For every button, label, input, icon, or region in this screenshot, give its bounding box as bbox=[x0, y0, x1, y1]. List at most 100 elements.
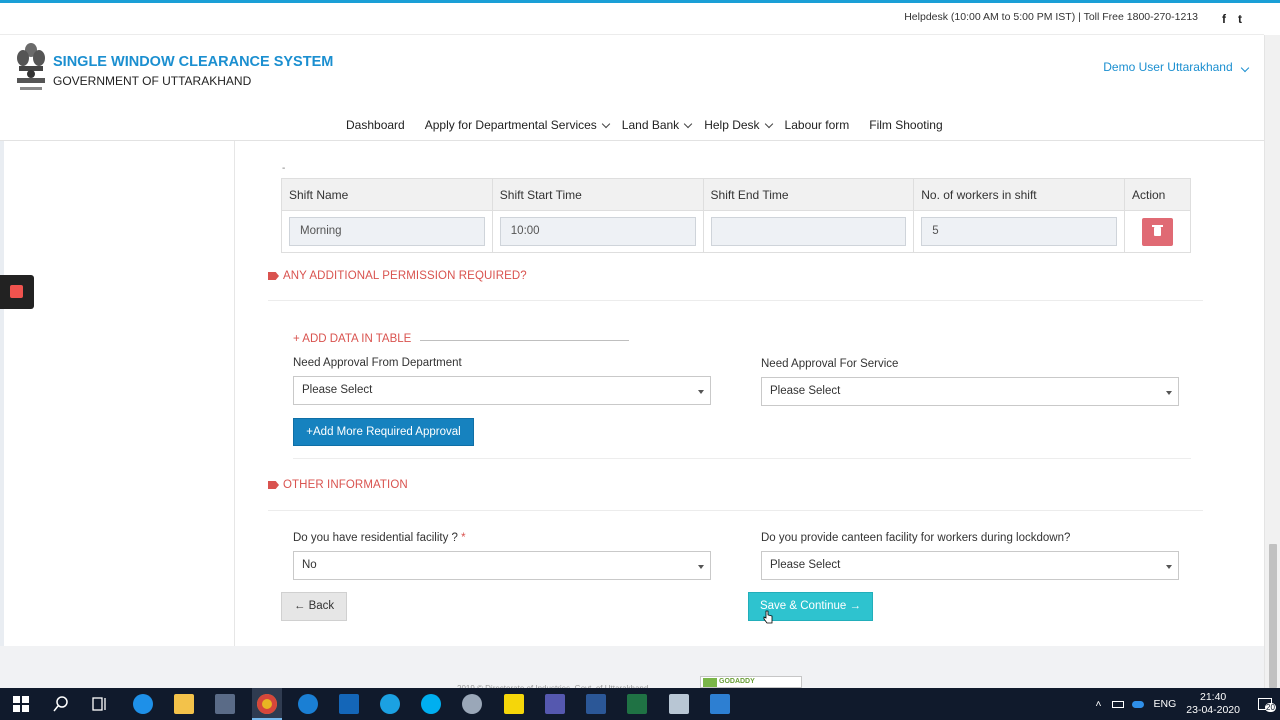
hand-cursor-icon bbox=[763, 610, 773, 624]
department-select[interactable]: Please Select bbox=[293, 376, 711, 405]
column-header: Shift Name bbox=[281, 178, 493, 211]
godaddy-badge[interactable]: GODADDY bbox=[700, 676, 802, 688]
dropdown-arrow-icon bbox=[1166, 565, 1172, 569]
nav-label: Help Desk bbox=[704, 118, 760, 132]
twitter-icon[interactable]: t bbox=[1238, 12, 1242, 26]
chrome-icon[interactable] bbox=[257, 694, 277, 714]
system-tray: ˄ ENG 21:40 23-04-2020 20 bbox=[1095, 688, 1276, 720]
photos-icon[interactable] bbox=[710, 694, 730, 714]
top-info-bar: Helpdesk (10:00 AM to 5:00 PM IST) | Tol… bbox=[0, 3, 1264, 35]
chevron-down-icon bbox=[764, 119, 773, 128]
add-more-approval-button[interactable]: +Add More Required Approval bbox=[293, 418, 474, 446]
clock-time: 21:40 bbox=[1200, 691, 1227, 703]
site-title[interactable]: SINGLE WINDOW CLEARANCE SYSTEM bbox=[53, 54, 333, 70]
clock-date: 23-04-2020 bbox=[1186, 704, 1240, 716]
dropdown-arrow-icon bbox=[698, 565, 704, 569]
teams-icon[interactable] bbox=[545, 694, 565, 714]
outlook-icon[interactable] bbox=[339, 694, 359, 714]
shift-name-input[interactable]: Morning bbox=[289, 217, 485, 246]
table-marker: - bbox=[282, 163, 286, 174]
word-icon[interactable] bbox=[586, 694, 606, 714]
skype-icon[interactable] bbox=[421, 694, 441, 714]
table-header-row: Shift Name Shift Start Time Shift End Ti… bbox=[281, 178, 1191, 211]
excel-icon[interactable] bbox=[627, 694, 647, 714]
windows-start-icon[interactable] bbox=[11, 694, 31, 714]
settings-tool-icon[interactable] bbox=[462, 694, 482, 714]
residential-facility-select[interactable]: No bbox=[293, 551, 711, 580]
delete-row-button[interactable] bbox=[1142, 217, 1173, 246]
stop-icon bbox=[10, 285, 23, 298]
language-indicator[interactable]: ENG bbox=[1154, 698, 1177, 710]
clock[interactable]: 21:40 23-04-2020 bbox=[1186, 691, 1240, 717]
notification-center-icon[interactable]: 20 bbox=[1258, 698, 1276, 712]
chevron-up-icon[interactable]: ˄ bbox=[1095, 698, 1101, 710]
select-value: No bbox=[302, 559, 317, 571]
section-additional-permission: ANY ADDITIONAL PERMISSION REQUIRED? bbox=[268, 270, 527, 282]
site-header: SINGLE WINDOW CLEARANCE SYSTEM GOVERNMEN… bbox=[0, 36, 1264, 141]
required-mark: * bbox=[461, 532, 466, 544]
nav-label: Land Bank bbox=[621, 118, 680, 132]
nav-apply-departmental-services[interactable]: Apply for Departmental Services bbox=[425, 118, 618, 132]
onedrive-icon[interactable] bbox=[1131, 700, 1144, 708]
internet-explorer-icon[interactable] bbox=[133, 694, 153, 714]
sticky-notes-icon[interactable] bbox=[504, 694, 524, 714]
badge-text: GODADDY bbox=[719, 678, 755, 685]
helpdesk-info: Helpdesk (10:00 AM to 5:00 PM IST) | Tol… bbox=[904, 11, 1198, 23]
arrow-left-icon: ← bbox=[293, 600, 306, 612]
back-button[interactable]: ← Back bbox=[281, 592, 347, 621]
nav-land-bank[interactable]: Land Bank bbox=[622, 118, 700, 132]
shift-start-time-input[interactable]: 10:00 bbox=[499, 217, 696, 246]
residential-facility-label: Do you have residential facility ? * bbox=[293, 532, 466, 544]
nav-labour-form[interactable]: Labour form bbox=[785, 118, 850, 132]
secure-seal-icon bbox=[703, 678, 717, 687]
dropdown-arrow-icon bbox=[698, 390, 704, 394]
state-emblem-logo[interactable] bbox=[14, 40, 48, 100]
label-text: Do you have residential facility ? bbox=[293, 532, 458, 544]
tags-icon bbox=[268, 481, 279, 489]
add-data-in-table-heading: + ADD DATA IN TABLE bbox=[293, 333, 412, 345]
nav-label: Dashboard bbox=[346, 118, 405, 132]
canteen-facility-select[interactable]: Please Select bbox=[761, 551, 1179, 580]
workers-count-input[interactable]: 5 bbox=[921, 217, 1117, 246]
table-row: Morning 10:00 5 bbox=[281, 210, 1191, 253]
edge-icon[interactable] bbox=[298, 694, 318, 714]
remote-desktop-icon[interactable] bbox=[215, 694, 235, 714]
column-header: Shift End Time bbox=[702, 178, 915, 211]
button-label: Back bbox=[308, 600, 335, 612]
record-button[interactable] bbox=[0, 275, 34, 309]
facebook-icon[interactable]: f bbox=[1222, 12, 1226, 26]
file-explorer-icon[interactable] bbox=[174, 694, 194, 714]
arrow-right-icon: → bbox=[849, 600, 862, 612]
nav-label: Apply for Departmental Services bbox=[424, 118, 597, 132]
page-scrollbar[interactable] bbox=[1264, 35, 1280, 688]
skype-for-business-icon[interactable] bbox=[380, 694, 400, 714]
battery-icon[interactable] bbox=[1111, 700, 1124, 708]
section-title: ANY ADDITIONAL PERMISSION REQUIRED? bbox=[283, 270, 527, 282]
nav-dashboard[interactable]: Dashboard bbox=[346, 118, 405, 132]
user-menu[interactable]: Demo User Uttarakhand bbox=[1103, 60, 1250, 74]
column-header: No. of workers in shift bbox=[913, 178, 1125, 211]
search-icon[interactable] bbox=[51, 694, 71, 714]
social-links: f t bbox=[1222, 12, 1242, 26]
canteen-facility-label: Do you provide canteen facility for work… bbox=[761, 532, 1071, 544]
section-divider bbox=[268, 510, 1203, 511]
select-value: Please Select bbox=[770, 385, 841, 397]
nav-help-desk[interactable]: Help Desk bbox=[704, 118, 780, 132]
tags-icon bbox=[268, 272, 279, 280]
section-title: OTHER INFORMATION bbox=[283, 479, 408, 491]
task-view-icon[interactable] bbox=[90, 694, 110, 714]
user-name: Demo User Uttarakhand bbox=[1103, 60, 1233, 74]
shift-table: Shift Name Shift Start Time Shift End Ti… bbox=[281, 178, 1191, 253]
sidebar-divider bbox=[234, 141, 235, 646]
left-gutter bbox=[0, 141, 4, 646]
shift-end-time-input[interactable] bbox=[710, 217, 907, 246]
notepad-icon[interactable] bbox=[669, 694, 689, 714]
nav-film-shooting[interactable]: Film Shooting bbox=[869, 118, 942, 132]
divider bbox=[293, 458, 1191, 459]
service-select[interactable]: Please Select bbox=[761, 377, 1179, 406]
column-header: Action bbox=[1124, 178, 1191, 211]
scrollbar-thumb[interactable] bbox=[1269, 544, 1277, 688]
main-nav: Dashboard Apply for Departmental Service… bbox=[346, 118, 963, 132]
windows-taskbar: ˄ ENG 21:40 23-04-2020 20 bbox=[0, 688, 1280, 720]
section-divider bbox=[268, 300, 1203, 301]
